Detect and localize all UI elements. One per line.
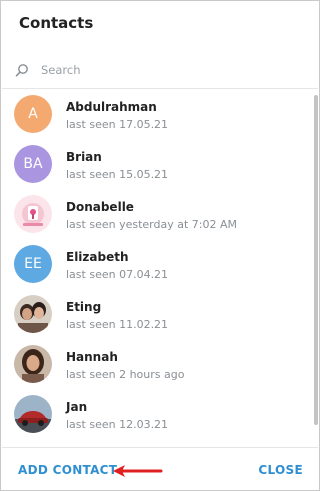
- footer-divider: [2, 447, 318, 448]
- avatar-photo: [14, 295, 52, 333]
- contact-name: Elizabeth: [66, 250, 129, 264]
- contact-last-seen: last seen 07.04.21: [66, 268, 169, 281]
- contact-row-eting[interactable]: Eting last seen 11.02.21: [2, 289, 312, 339]
- close-button[interactable]: CLOSE: [258, 463, 303, 477]
- contact-last-seen: last seen 15.05.21: [66, 168, 169, 181]
- contact-name: Abdulrahman: [66, 100, 157, 114]
- contact-last-seen: last seen 2 hours ago: [66, 368, 185, 381]
- contact-last-seen: last seen 12.03.21: [66, 418, 169, 431]
- contact-name: Jan: [66, 400, 88, 414]
- contact-row-elizabeth[interactable]: EE Elizabeth last seen 07.04.21: [2, 239, 312, 289]
- add-contact-button[interactable]: ADD CONTACT: [18, 463, 117, 477]
- contact-list[interactable]: A Abdulrahman last seen 17.05.21 BA Bria…: [2, 89, 319, 447]
- contact-last-seen: last seen 11.02.21: [66, 318, 169, 331]
- contact-row-donabelle[interactable]: Donabelle last seen yesterday at 7:02 AM: [2, 189, 312, 239]
- search-bar[interactable]: [15, 59, 305, 81]
- avatar: BA: [14, 145, 52, 183]
- avatar: A: [14, 95, 52, 133]
- contact-row-brian[interactable]: BA Brian last seen 15.05.21: [2, 139, 312, 189]
- avatar-photo: [14, 395, 52, 433]
- contact-last-seen: last seen yesterday at 7:02 AM: [66, 218, 237, 231]
- list-scrollbar[interactable]: [314, 95, 318, 425]
- avatar-photo: [14, 345, 52, 383]
- contact-last-seen: last seen 17.05.21: [66, 118, 169, 131]
- dialog-title: Contacts: [19, 14, 94, 32]
- search-input[interactable]: [41, 63, 281, 77]
- contact-row-hannah[interactable]: Hannah last seen 2 hours ago: [2, 339, 312, 389]
- avatar-initials: BA: [23, 156, 43, 172]
- search-icon: [15, 64, 28, 77]
- annotation-arrow-icon: [113, 465, 163, 477]
- contact-row-abdulrahman[interactable]: A Abdulrahman last seen 17.05.21: [2, 89, 312, 139]
- contact-name: Hannah: [66, 350, 118, 364]
- contact-name: Eting: [66, 300, 102, 314]
- avatar-initials: EE: [24, 256, 42, 272]
- contact-row-jan[interactable]: Jan last seen 12.03.21: [2, 389, 312, 439]
- avatar-photo: [14, 195, 52, 233]
- avatar-initials: A: [28, 106, 38, 122]
- contact-name: Donabelle: [66, 200, 134, 214]
- contacts-dialog: Contacts A Abdulrahman last seen 17.05.2…: [0, 0, 320, 491]
- contact-name: Brian: [66, 150, 102, 164]
- avatar: EE: [14, 245, 52, 283]
